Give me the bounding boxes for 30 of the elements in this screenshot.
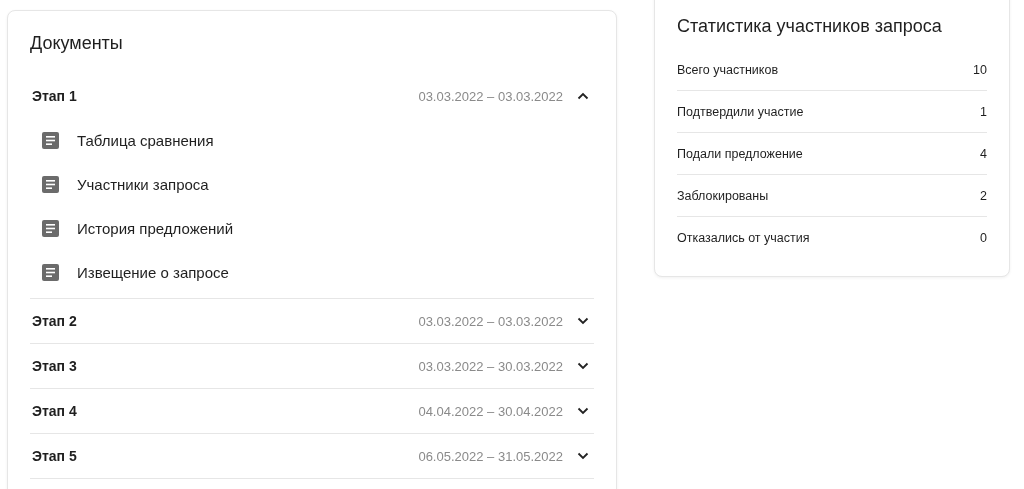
stat-value: 1 — [980, 104, 987, 119]
stage-header[interactable]: Этап 3 03.03.2022 – 30.03.2022 — [30, 344, 594, 388]
card-title: Документы — [30, 33, 124, 54]
stat-value: 0 — [980, 230, 987, 245]
stage-header[interactable]: Этап 1 03.03.2022 – 03.03.2022 — [30, 74, 594, 118]
stat-label: Заблокированы — [677, 188, 769, 203]
stat-value: 10 — [973, 62, 987, 77]
stat-label: Всего участников — [677, 62, 779, 77]
document-link[interactable]: Таблица сравнения — [77, 131, 214, 149]
document-icon — [42, 175, 59, 193]
stat-value: 4 — [980, 146, 987, 161]
stage-header[interactable]: Этап 2 03.03.2022 – 03.03.2022 — [30, 299, 594, 343]
document-icon — [42, 219, 59, 237]
chevron-down-icon[interactable] — [577, 452, 589, 460]
chevron-up-icon[interactable] — [577, 92, 589, 100]
chevron-down-icon[interactable] — [577, 317, 589, 325]
stat-label: Подали предложение — [677, 146, 803, 161]
stat-label: Подтвердили участие — [677, 104, 804, 119]
chevron-down-icon[interactable] — [577, 407, 589, 415]
document-link[interactable]: История предложений — [77, 219, 234, 237]
document-link[interactable]: Извещение о запросе — [77, 263, 229, 281]
document-icon — [42, 131, 59, 149]
stat-label: Отказались от участия — [677, 230, 810, 245]
stage-header[interactable]: Этап 4 04.04.2022 – 30.04.2022 — [30, 389, 594, 433]
document-icon — [42, 263, 59, 281]
stage-header[interactable]: Этап 5 06.05.2022 – 31.05.2022 — [30, 434, 594, 478]
chevron-down-icon[interactable] — [577, 362, 589, 370]
card-title: Статистика участников запроса — [677, 16, 943, 37]
stat-value: 2 — [980, 188, 987, 203]
document-link[interactable]: Участники запроса — [77, 175, 209, 193]
